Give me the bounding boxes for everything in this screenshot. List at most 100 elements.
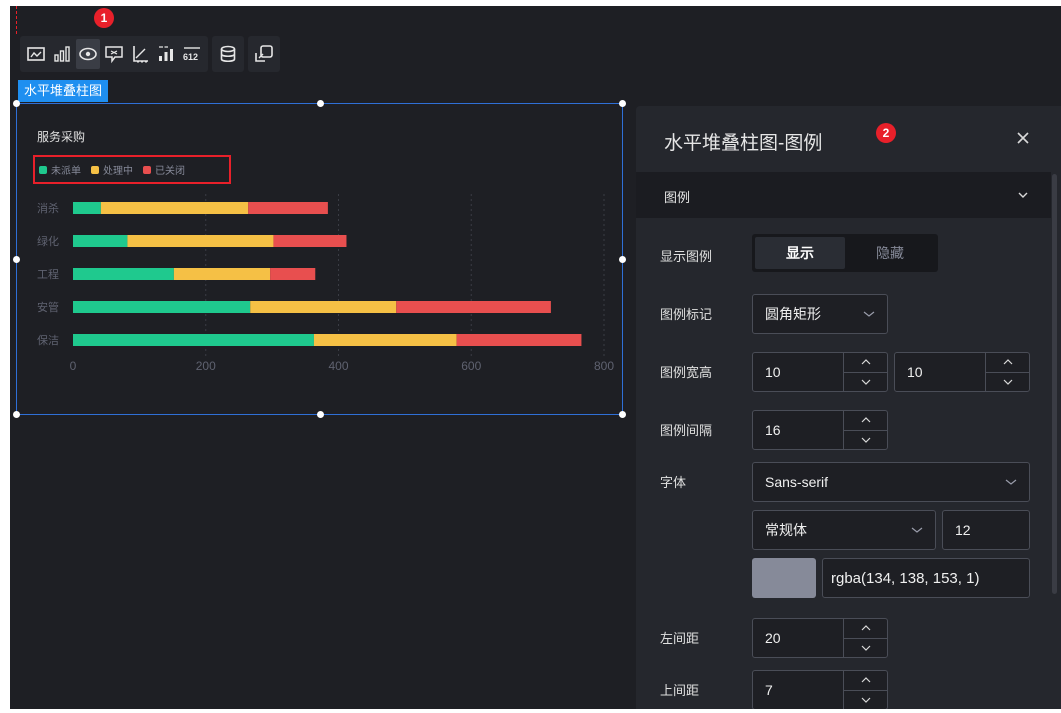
- legend-gap-stepper: [843, 411, 887, 449]
- left-margin-input[interactable]: 20: [752, 618, 888, 658]
- chevron-down-icon: [861, 379, 870, 385]
- bar-segment: [396, 301, 551, 313]
- resize-handle-tl[interactable]: [13, 100, 20, 107]
- legend-width-input[interactable]: 10: [752, 352, 888, 392]
- resize-handle-tr[interactable]: [619, 100, 626, 107]
- chevron-down-icon: [911, 527, 923, 533]
- top-margin-label: 上间距: [660, 683, 700, 698]
- legend-size-label: 图例宽高: [660, 365, 713, 380]
- chevron-up-icon: [861, 359, 870, 365]
- resize-handle-b[interactable]: [317, 411, 324, 418]
- legend-marker-label: 图例标记: [660, 307, 713, 322]
- font-size-input[interactable]: 12: [942, 510, 1030, 550]
- chevron-up-icon: [861, 677, 870, 683]
- legend-width-value: 10: [765, 364, 781, 380]
- chevron-up-icon: [1003, 359, 1012, 365]
- bar-segment: [73, 268, 174, 280]
- chart-toolbar: 612: [20, 36, 280, 72]
- legend-swatch: [143, 165, 151, 174]
- legend-height-value: 10: [907, 364, 923, 380]
- x-tick-label: 600: [461, 359, 481, 373]
- font-color-input[interactable]: rgba(134, 138, 153, 1): [822, 558, 1030, 598]
- bar-segment: [127, 235, 274, 247]
- decrement-button[interactable]: [844, 371, 887, 392]
- legend-label: 处理中: [103, 166, 133, 177]
- eye-icon: [79, 47, 97, 61]
- chevron-up-icon: [861, 417, 870, 423]
- increment-button[interactable]: [844, 671, 887, 690]
- chevron-down-icon: [861, 697, 870, 703]
- left-margin-stepper: [843, 619, 887, 657]
- number-settings-button[interactable]: 612: [180, 39, 204, 69]
- chevron-down-icon: [861, 645, 870, 651]
- legend-item: 未派单: [39, 162, 81, 177]
- image-settings-button[interactable]: [24, 39, 48, 69]
- tooltip-settings-button[interactable]: [102, 39, 126, 69]
- legend-label: 已关闭: [155, 166, 185, 177]
- x-tick-label: 800: [594, 359, 614, 373]
- y-category-label: 安管: [37, 300, 59, 314]
- font-family-select[interactable]: Sans-serif: [752, 462, 1030, 502]
- increment-button[interactable]: [844, 411, 887, 430]
- svg-text:612: 612: [183, 52, 198, 62]
- bar-segment: [250, 301, 397, 313]
- increment-button[interactable]: [986, 353, 1029, 372]
- x-tick-label: 0: [70, 359, 77, 373]
- font-family-value: Sans-serif: [765, 474, 829, 490]
- legend-gap-input[interactable]: 16: [752, 410, 888, 450]
- toolbar-group-style: 612: [20, 36, 208, 72]
- x-tick-label: 400: [328, 359, 348, 373]
- decrement-button[interactable]: [844, 429, 887, 450]
- legend-item: 已关闭: [143, 162, 185, 177]
- data-label-settings-button[interactable]: [154, 39, 178, 69]
- bar-segment: [73, 301, 251, 313]
- close-icon[interactable]: [1015, 130, 1031, 146]
- bar-segment: [73, 334, 314, 346]
- legend-section-header[interactable]: 图例: [636, 172, 1051, 218]
- x-tick-label: 200: [196, 359, 216, 373]
- bar-segment: [248, 202, 328, 214]
- decrement-button[interactable]: [844, 689, 887, 710]
- increment-button[interactable]: [844, 619, 887, 638]
- top-margin-input[interactable]: 7: [752, 670, 888, 709]
- data-source-button[interactable]: [216, 39, 240, 69]
- bar-settings-button[interactable]: [50, 39, 74, 69]
- resize-handle-bl[interactable]: [13, 411, 20, 418]
- toolbar-group-data: [212, 36, 244, 72]
- increment-button[interactable]: [844, 353, 887, 372]
- resize-handle-br[interactable]: [619, 411, 626, 418]
- font-color-swatch[interactable]: [752, 558, 816, 598]
- font-weight-select[interactable]: 常规体: [752, 510, 936, 550]
- bar-segment: [73, 235, 128, 247]
- interaction-button[interactable]: [252, 39, 276, 69]
- resize-handle-t[interactable]: [317, 100, 324, 107]
- axis-settings-button[interactable]: [128, 39, 152, 69]
- chart-title: 服务采购: [37, 130, 86, 144]
- left-margin-label: 左间距: [660, 631, 700, 646]
- canvas-area: 612 1 水平堆叠柱图 服务采购 未派单 处理中 已关闭 0 200 400 …: [10, 6, 1061, 709]
- show-option[interactable]: 显示: [755, 237, 845, 269]
- bar-segment: [173, 268, 271, 280]
- y-category-label: 工程: [37, 268, 59, 281]
- decrement-button[interactable]: [844, 637, 887, 658]
- y-category-label: 绿化: [37, 234, 59, 248]
- chevron-down-icon: [861, 437, 870, 443]
- decrement-button[interactable]: [986, 371, 1029, 392]
- interaction-icon: [255, 45, 273, 62]
- y-category-label: 保洁: [37, 333, 59, 347]
- legend-height-input[interactable]: 10: [894, 352, 1030, 392]
- guide-line: [16, 6, 18, 34]
- data-label-icon: [159, 46, 173, 61]
- legend-swatch: [39, 165, 47, 174]
- legend-settings-panel: 水平堆叠柱图-图例 2 图例 显示图例 显示 隐藏 图例标记 圆角矩形 图例宽高…: [636, 106, 1061, 709]
- legend-marker-select[interactable]: 圆角矩形: [752, 294, 888, 334]
- scrollbar[interactable]: [1052, 174, 1057, 594]
- legend-height-stepper: [985, 353, 1029, 391]
- chart-component[interactable]: 服务采购 未派单 处理中 已关闭 0 200 400 600 800 消杀 绿化 工程 安管 保洁: [13, 100, 626, 418]
- legend-settings-button[interactable]: [76, 39, 100, 69]
- legend-label: 未派单: [51, 166, 81, 177]
- hide-option[interactable]: 隐藏: [845, 237, 935, 269]
- chevron-down-icon: [1003, 379, 1012, 385]
- legend-swatch: [91, 165, 99, 174]
- font-color-value: rgba(134, 138, 153, 1): [831, 569, 980, 587]
